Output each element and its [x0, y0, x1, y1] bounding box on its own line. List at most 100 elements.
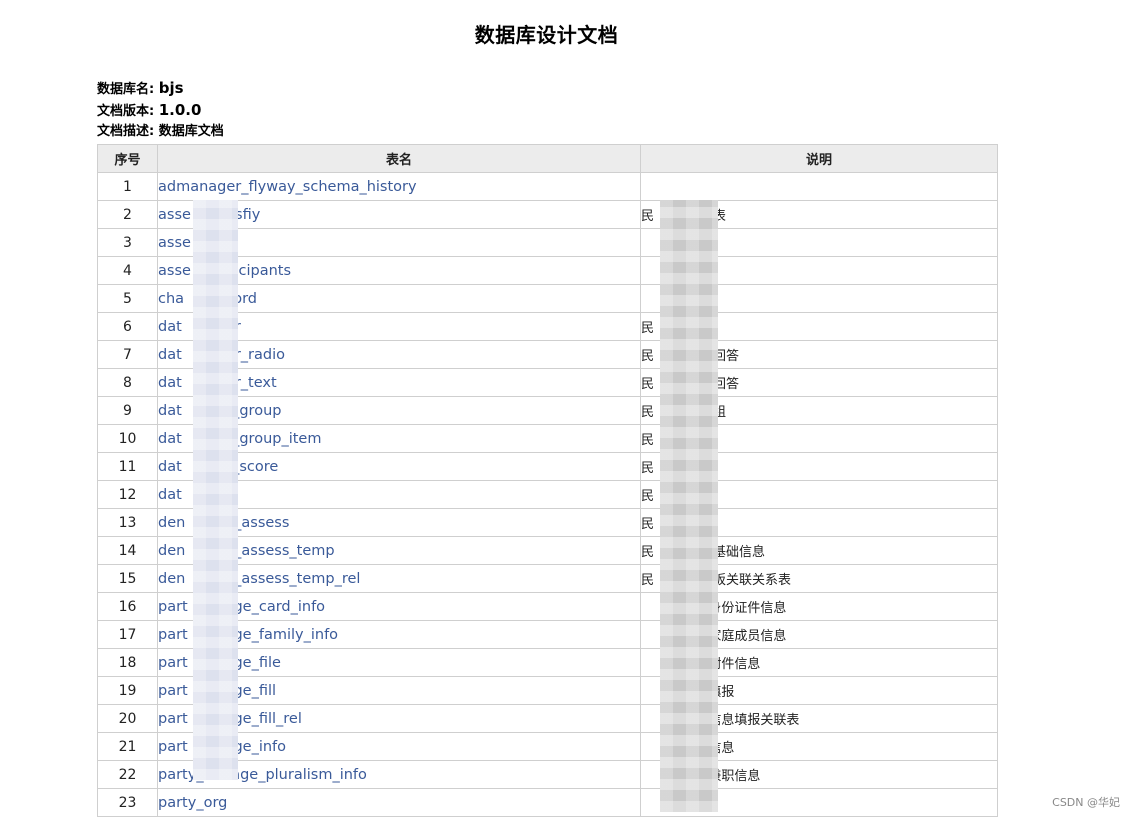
- table-row: 11 dat on_score 民 值: [97, 452, 998, 481]
- doc-meta: 数据库名: bjs 文档版本: 1.0.0 文档描述: 数据库文档: [97, 78, 224, 142]
- table-row: 2 asse assfiy 民 分类表: [97, 200, 998, 229]
- table-row: 18 part nage_file 干部附件信息: [97, 648, 998, 677]
- table-name-link[interactable]: asse assfiy: [157, 200, 641, 229]
- table-description: [640, 172, 998, 201]
- table-name-link[interactable]: part nage_file: [157, 648, 641, 677]
- table-description: [640, 284, 998, 313]
- table-description: 干部信息: [640, 732, 998, 761]
- db-name-label: 数据库名:: [97, 82, 155, 97]
- table-name-link[interactable]: dat wer: [157, 312, 641, 341]
- table-name-link[interactable]: party_ nage_pluralism_info: [157, 760, 641, 789]
- table-name-link[interactable]: dat wer_radio: [157, 340, 641, 369]
- table-name-link[interactable]: den cy_assess: [157, 508, 641, 537]
- table-row: 21 part nage_info 干部信息: [97, 732, 998, 761]
- table-description: 民 模板基础信息: [640, 536, 998, 565]
- row-index: 14: [97, 536, 158, 565]
- table-name-link[interactable]: dat wer_text: [157, 368, 641, 397]
- db-name-row: 数据库名: bjs: [97, 78, 224, 100]
- table-name-link[interactable]: dat on_score: [157, 452, 641, 481]
- table-row: 13 den cy_assess 民: [97, 508, 998, 537]
- table-name-link[interactable]: part nage_card_info: [157, 592, 641, 621]
- description-value: 数据库文档: [158, 124, 224, 139]
- version-value: 1.0.0: [158, 101, 202, 119]
- table-row: 9 dat on_group 民 选项组: [97, 396, 998, 425]
- header-index: 序号: [97, 144, 158, 173]
- table-description: 民 本题回答: [640, 368, 998, 397]
- db-name-value: bjs: [158, 79, 184, 97]
- table-row: 23 party_org: [97, 788, 998, 817]
- table-description: 民: [640, 480, 998, 509]
- header-table-name: 表名: [157, 144, 641, 173]
- table-name-link[interactable]: den cy_assess_temp_rel: [157, 564, 641, 593]
- table-row: 22 party_ nage_pluralism_info 干部兼职信息: [97, 760, 998, 789]
- row-index: 6: [97, 312, 158, 341]
- table-description: 民 择题回答: [640, 340, 998, 369]
- table-name-link[interactable]: dat on_group_item: [157, 424, 641, 453]
- table-description: 象: [640, 228, 998, 257]
- table-name-link[interactable]: asse articipants: [157, 256, 641, 285]
- version-label: 文档版本:: [97, 104, 155, 119]
- row-index: 16: [97, 592, 158, 621]
- table-row: 4 asse articipants: [97, 256, 998, 285]
- table-row: 12 dat t民: [97, 480, 998, 509]
- description-label: 文档描述:: [97, 124, 155, 139]
- table-header-row: 序号 表名 说明: [97, 144, 998, 173]
- table-row: 17 part nage_family_info 干部家庭成员信息: [97, 620, 998, 649]
- row-index: 18: [97, 648, 158, 677]
- table-description: [640, 788, 998, 817]
- table-row: 6 dat wer 民 答: [97, 312, 998, 341]
- table-row: 8 dat wer_text 民 本题回答: [97, 368, 998, 397]
- page-title: 数据库设计文档: [474, 23, 619, 47]
- row-index: 3: [97, 228, 158, 257]
- table-row: 15 den cy_assess_temp_rel 民 与模板关联关系表: [97, 564, 998, 593]
- row-index: 20: [97, 704, 158, 733]
- table-name-link[interactable]: part nage_info: [157, 732, 641, 761]
- table-description: 干部身份证件信息: [640, 592, 998, 621]
- table-row: 10 dat on_group_item 民 组项: [97, 424, 998, 453]
- table-name-link[interactable]: asse bj: [157, 228, 641, 257]
- row-index: 19: [97, 676, 158, 705]
- header-description: 说明: [640, 144, 998, 173]
- watermark: CSDN @华妃: [1052, 796, 1120, 809]
- table-description: 民 值: [640, 452, 998, 481]
- tables-list: 序号 表名 说明 1 admanager_flyway_schema_histor…: [97, 144, 998, 817]
- table-name-link[interactable]: part nage_fill: [157, 676, 641, 705]
- table-row: 7 dat wer_radio 民 择题回答: [97, 340, 998, 369]
- table-name-link[interactable]: party_org: [157, 788, 641, 817]
- table-description: 民 选项组: [640, 396, 998, 425]
- table-description: 干部附件信息: [640, 648, 998, 677]
- table-description: 干部信息填报关联表: [640, 704, 998, 733]
- row-index: 12: [97, 480, 158, 509]
- table-row: 14 den cy_assess_temp 民 模板基础信息: [97, 536, 998, 565]
- row-index: 23: [97, 788, 158, 817]
- row-index: 10: [97, 424, 158, 453]
- table-description: 干部兼职信息: [640, 760, 998, 789]
- table-description: 民 与模板关联关系表: [640, 564, 998, 593]
- row-index: 21: [97, 732, 158, 761]
- table-name-link[interactable]: part nage_family_info: [157, 620, 641, 649]
- version-row: 文档版本: 1.0.0: [97, 100, 224, 122]
- table-name-link[interactable]: admanager_flyway_schema_history: [157, 172, 641, 201]
- row-index: 8: [97, 368, 158, 397]
- table-description: 民 组项: [640, 424, 998, 453]
- table-description: [640, 256, 998, 285]
- table-description: 民: [640, 508, 998, 537]
- table-name-link[interactable]: dat on_group: [157, 396, 641, 425]
- row-index: 22: [97, 760, 158, 789]
- row-index: 17: [97, 620, 158, 649]
- row-index: 15: [97, 564, 158, 593]
- row-index: 1: [97, 172, 158, 201]
- row-index: 7: [97, 340, 158, 369]
- table-description: 干部家庭成员信息: [640, 620, 998, 649]
- table-name-link[interactable]: den cy_assess_temp: [157, 536, 641, 565]
- table-row: 1 admanager_flyway_schema_history: [97, 172, 998, 201]
- table-description: 信息填报: [640, 676, 998, 705]
- table-row: 3 asse bj 象: [97, 228, 998, 257]
- table-name-link[interactable]: dat t: [157, 480, 641, 509]
- table-row: 16 part nage_card_info 干部身份证件信息: [97, 592, 998, 621]
- table-row: 20 part nage_fill_rel 干部信息填报关联表: [97, 704, 998, 733]
- row-index: 2: [97, 200, 158, 229]
- table-name-link[interactable]: cha ecord: [157, 284, 641, 313]
- table-name-link[interactable]: part nage_fill_rel: [157, 704, 641, 733]
- row-index: 5: [97, 284, 158, 313]
